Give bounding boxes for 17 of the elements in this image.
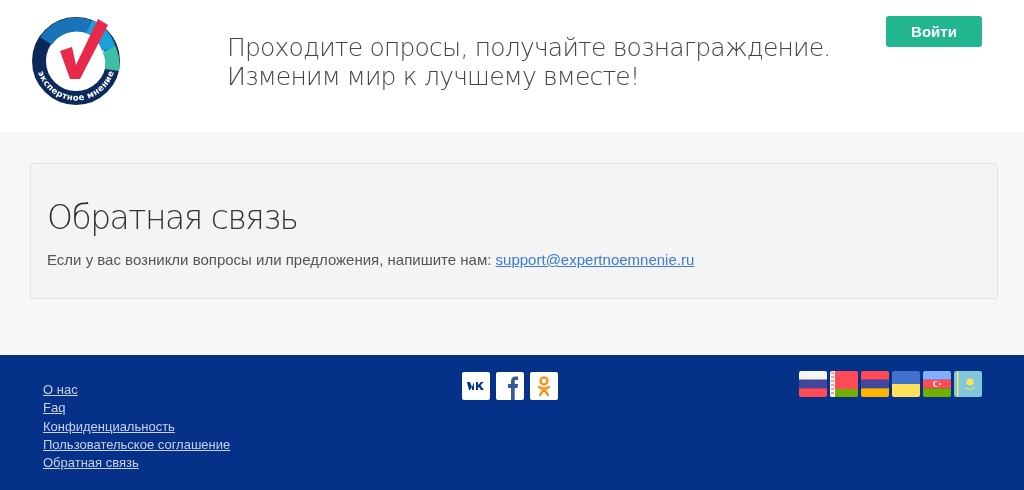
footer-link[interactable]: Конфиденциальность bbox=[43, 417, 443, 436]
flag-icon[interactable] bbox=[830, 371, 858, 397]
tagline: Проходите опросы, получайте вознаграждение. bbox=[227, 33, 831, 62]
footer-link[interactable]: Faq bbox=[43, 399, 443, 418]
footer-link[interactable]: Обратная связь bbox=[43, 454, 443, 473]
page-title: Обратная связь bbox=[47, 198, 299, 237]
email-link[interactable]: support@expertnoemnenie.ru bbox=[495, 251, 695, 268]
flag-icon[interactable] bbox=[799, 371, 827, 397]
facebook-icon[interactable] bbox=[496, 372, 524, 400]
footer-link[interactable]: О нас bbox=[43, 381, 443, 400]
odnoklassniki-icon[interactable] bbox=[530, 372, 558, 400]
tagline: Изменим мир к лучшему вместе! bbox=[227, 62, 641, 91]
flag-icon[interactable] bbox=[892, 371, 920, 397]
footer-link[interactable]: Пользовательское соглашение bbox=[43, 435, 443, 455]
vk-icon[interactable] bbox=[462, 372, 490, 400]
feedback-text: Если у вас возникли вопросы или предложения, напишите нам: support@expertnoemnenie.ru bbox=[47, 251, 696, 268]
flag-icon[interactable] bbox=[861, 371, 889, 397]
